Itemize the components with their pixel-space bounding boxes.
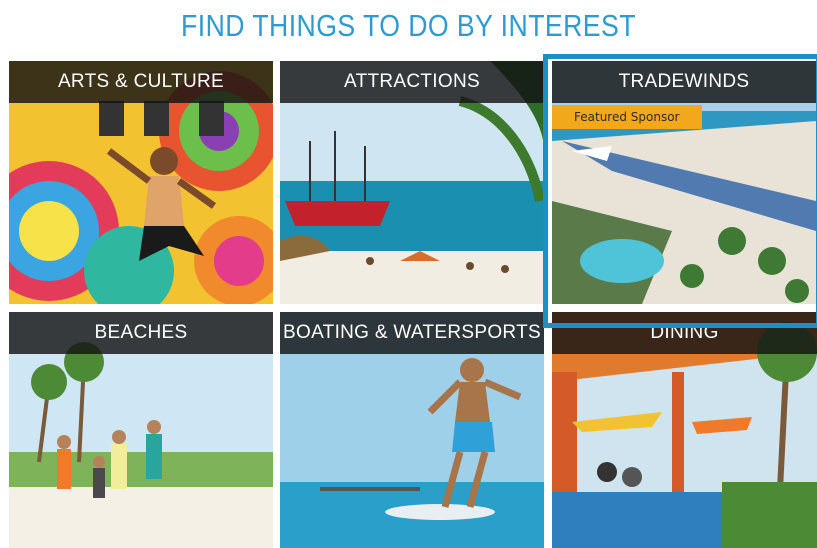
tile-arts-culture[interactable]: ARTS & CULTURE xyxy=(9,61,273,304)
tile-attractions[interactable]: ATTRACTIONS xyxy=(280,61,544,304)
tile-tradewinds[interactable]: TRADEWINDS Featured Sponsor xyxy=(552,61,816,304)
tile-label: TRADEWINDS xyxy=(552,61,816,103)
tile-label: BEACHES xyxy=(9,312,273,354)
tile-beaches[interactable]: BEACHES xyxy=(9,312,273,548)
tile-dining[interactable]: DINING xyxy=(552,312,817,548)
featured-sponsor-badge: Featured Sponsor xyxy=(552,105,702,129)
tile-boating-watersports[interactable]: BOATING & WATERSPORTS xyxy=(280,312,544,548)
tile-label: ARTS & CULTURE xyxy=(9,61,273,103)
tile-label: BOATING & WATERSPORTS xyxy=(280,312,544,354)
tile-label: ATTRACTIONS xyxy=(280,61,544,103)
tile-label: DINING xyxy=(552,312,817,354)
page-title: FIND THINGS TO DO BY INTEREST xyxy=(181,8,636,43)
